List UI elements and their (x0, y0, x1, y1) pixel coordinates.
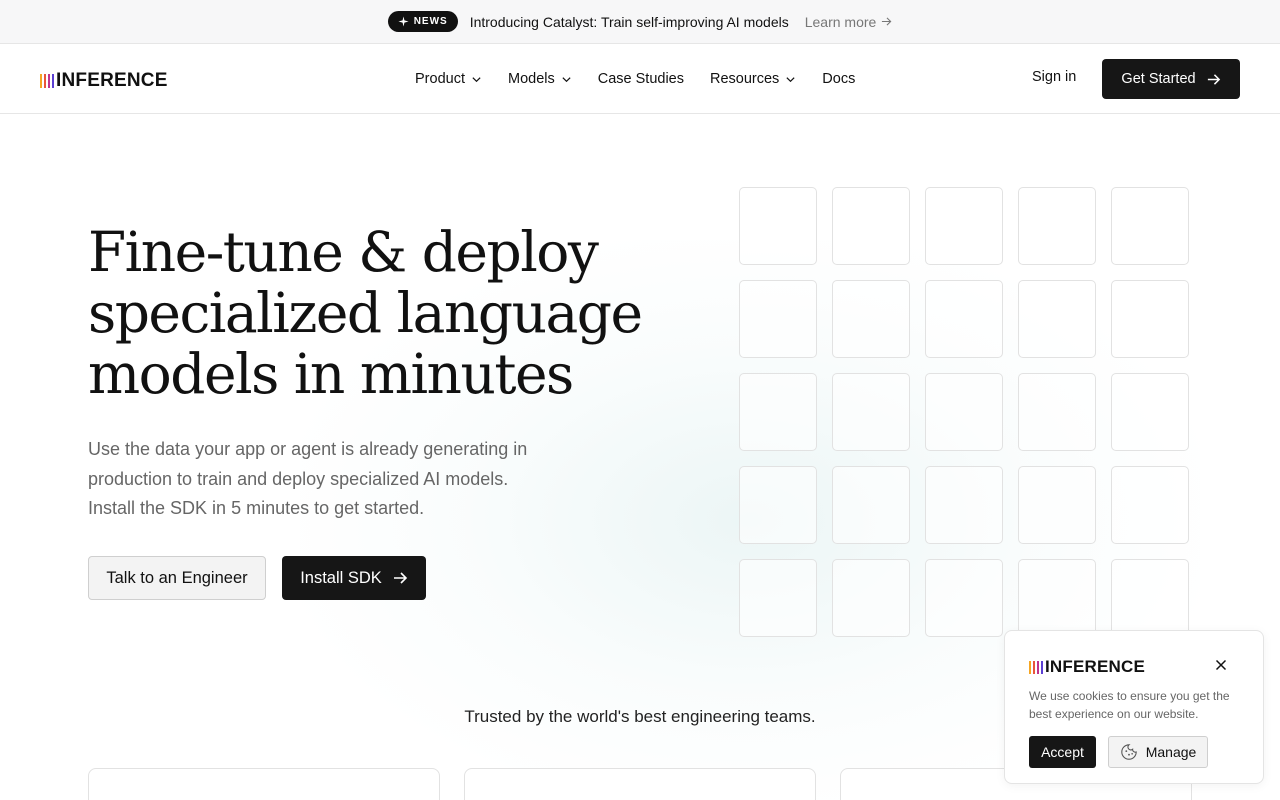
nav-item-docs[interactable]: Docs (822, 71, 855, 87)
grid-tile (739, 559, 817, 637)
nav-item-label: Product (415, 71, 465, 87)
talk-to-engineer-button[interactable]: Talk to an Engineer (88, 556, 266, 600)
nav-item-label: Docs (822, 71, 856, 87)
headline-line: models in minutes (88, 342, 574, 406)
main-nav: Product Models Case Studies Resources Do… (415, 44, 855, 114)
grid-tile (739, 466, 817, 544)
logo-bar (1037, 660, 1039, 674)
learn-more-link[interactable]: Learn more (805, 14, 893, 30)
cookie-icon (1120, 744, 1137, 760)
logo-mark-icon (1029, 660, 1043, 674)
arrow-right-icon (393, 572, 407, 584)
grid-tile (925, 280, 1003, 358)
customer-logo-card (88, 768, 440, 800)
install-sdk-label: Install SDK (300, 568, 382, 587)
brand-name: INFERENCE (56, 70, 168, 91)
logo-bar (1033, 660, 1035, 674)
grid-tile (1111, 187, 1189, 265)
logo-bar (1041, 660, 1043, 674)
nav-item-label: Case Studies (597, 71, 684, 87)
arrow-right-icon (1207, 73, 1220, 85)
cookie-banner: INFERENCE We use cookies to ensure you g… (1004, 630, 1264, 784)
grid-tile (1018, 373, 1096, 451)
grid-tile (739, 280, 817, 358)
nav-item-models[interactable]: Models (508, 71, 572, 87)
grid-tile (832, 559, 910, 637)
grid-tile (1018, 187, 1096, 265)
logo-bar (48, 74, 50, 88)
talk-to-engineer-label: Talk to an Engineer (106, 568, 248, 587)
grid-tile (925, 187, 1003, 265)
grid-tile (925, 373, 1003, 451)
learn-more-label: Learn more (804, 13, 877, 30)
chevron-down-icon (786, 76, 795, 82)
get-started-button[interactable]: Get Started (1102, 59, 1240, 99)
logo-bar (44, 74, 46, 88)
sign-in-link[interactable]: Sign in (1032, 69, 1076, 85)
logo-bar (1029, 660, 1031, 674)
chevron-down-icon (472, 76, 481, 82)
grid-tile (1018, 280, 1096, 358)
logo-mark-icon (40, 74, 54, 88)
cookie-accept-label: Accept (1041, 744, 1084, 760)
customer-logo-card (464, 768, 816, 800)
logo-bar (40, 74, 42, 88)
cookie-brand-name: INFERENCE (1045, 657, 1146, 676)
grid-tile (1018, 559, 1096, 637)
nav-item-product[interactable]: Product (415, 71, 482, 87)
announcement-text: Introducing Catalyst: Train self-improvi… (469, 13, 789, 30)
brand-logo[interactable]: INFERENCE (40, 70, 168, 92)
cookie-manage-button[interactable]: Manage (1108, 736, 1208, 768)
sparkle-icon (398, 16, 409, 27)
site-header: INFERENCE Product Models Case Studies Re… (0, 44, 1280, 114)
grid-tile (1111, 373, 1189, 451)
nav-item-label: Models (507, 71, 555, 87)
grid-tile (1111, 466, 1189, 544)
cookie-close-button[interactable] (1213, 657, 1229, 673)
grid-tile (925, 466, 1003, 544)
nav-item-resources[interactable]: Resources (710, 71, 796, 87)
grid-tile (832, 280, 910, 358)
news-badge: NEWS (387, 11, 458, 32)
grid-tile (832, 373, 910, 451)
chevron-down-icon (562, 76, 571, 82)
grid-tile (739, 187, 817, 265)
grid-tile (1111, 280, 1189, 358)
announcement-bar: NEWS Introducing Catalyst: Train self-im… (0, 0, 1280, 44)
grid-tile (739, 373, 817, 451)
headline-line: Fine-tune & deploy (88, 220, 599, 284)
cookie-accept-button[interactable]: Accept (1029, 736, 1096, 768)
close-icon (1215, 659, 1227, 671)
cookie-brand-logo: INFERENCE (1029, 657, 1145, 677)
grid-tile (1018, 466, 1096, 544)
grid-tile (832, 466, 910, 544)
hero-headline: Fine-tune & deploy specialized language … (88, 222, 648, 405)
nav-item-case-studies[interactable]: Case Studies (598, 71, 684, 87)
hero-subtext: Use the data your app or agent is alread… (88, 439, 528, 518)
cookie-message: We use cookies to ensure you get the bes… (1029, 689, 1230, 721)
get-started-label: Get Started (1121, 71, 1196, 87)
grid-tile (925, 559, 1003, 637)
install-sdk-button[interactable]: Install SDK (282, 556, 426, 600)
grid-tile (1111, 559, 1189, 637)
decorative-tile-grid (739, 187, 1189, 637)
cookie-manage-label: Manage (1145, 744, 1197, 760)
news-badge-label: NEWS (413, 16, 448, 27)
arrow-right-icon (882, 17, 892, 26)
headline-line: specialized language (88, 281, 643, 345)
logo-bar (52, 74, 54, 88)
nav-item-label: Resources (709, 71, 780, 87)
grid-tile (832, 187, 910, 265)
